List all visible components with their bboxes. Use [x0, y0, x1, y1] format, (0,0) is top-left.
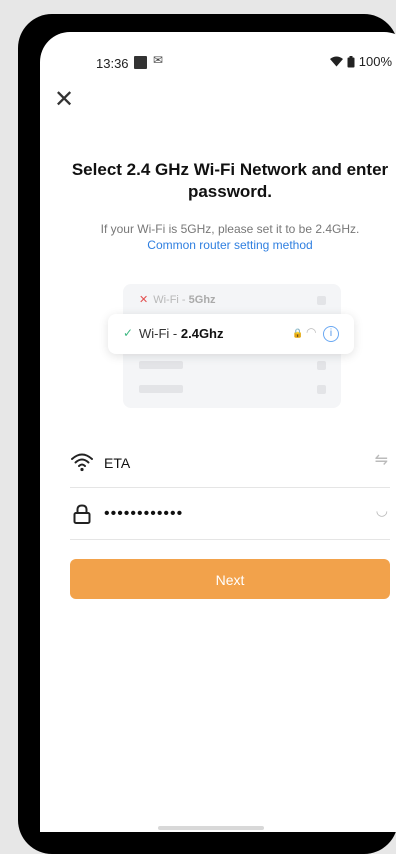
network-24g-card: ✓ Wi-Fi - 2.4Ghz 🔒 ◠ i: [108, 314, 354, 354]
router-setting-link[interactable]: Common router setting method: [60, 237, 396, 253]
close-icon[interactable]: ✕: [54, 87, 74, 113]
network-24g-prefix: Wi-Fi -: [139, 326, 181, 341]
network-5g-row: ✕ Wi-Fi - 5Ghz: [139, 293, 216, 306]
placeholder-square: [317, 385, 326, 394]
eye-closed-icon[interactable]: ◡: [376, 502, 388, 519]
status-right: 100%: [329, 54, 392, 69]
subtitle: If your Wi-Fi is 5GHz, please set it to …: [100, 222, 360, 236]
home-indicator: [158, 826, 264, 830]
lock-icon: 🔒: [292, 328, 304, 338]
network-5g-band: 5Ghz: [188, 294, 216, 306]
gmail-icon: ✉: [153, 53, 164, 67]
password-field: ◡: [70, 488, 390, 540]
network-24g-band: 2.4Ghz: [180, 326, 224, 341]
ssid-value[interactable]: ETA: [104, 455, 130, 471]
phone-frame: 13:36 ✉ 100% ✕ Select 2.4 GHz Wi-Fi Netw…: [18, 14, 396, 854]
cross-icon: ✕: [139, 294, 149, 306]
wifi-icon: [71, 453, 93, 472]
next-button[interactable]: Next: [70, 559, 390, 599]
wifi-signal-icon: [329, 56, 343, 67]
placeholder-bar: [139, 385, 183, 393]
divider: [70, 539, 390, 540]
wifi-icon: ◠: [306, 325, 317, 339]
network-24g-label: Wi-Fi - 2.4Ghz: [139, 326, 224, 341]
info-icon: i: [323, 326, 339, 342]
battery-percent: 100%: [358, 54, 392, 69]
placeholder-bar: [139, 361, 183, 369]
placeholder-square: [317, 361, 326, 370]
status-time: 13:36: [96, 56, 129, 71]
page-title: Select 2.4 GHz Wi-Fi Network and enter p…: [71, 160, 389, 201]
ssid-field: ETA ⇋: [70, 436, 390, 488]
notification-square-icon: [134, 56, 147, 69]
password-input[interactable]: [104, 502, 354, 526]
check-icon: ✓: [123, 326, 134, 340]
screen: 13:36 ✉ 100% ✕ Select 2.4 GHz Wi-Fi Netw…: [40, 32, 396, 832]
placeholder-square: [317, 296, 326, 305]
lock-icon: [73, 504, 91, 524]
battery-icon: [347, 55, 355, 67]
status-bar: 13:36 ✉ 100%: [40, 32, 396, 84]
swap-network-icon[interactable]: ⇋: [375, 450, 388, 470]
network-5g-prefix: Wi-Fi -: [153, 294, 189, 306]
